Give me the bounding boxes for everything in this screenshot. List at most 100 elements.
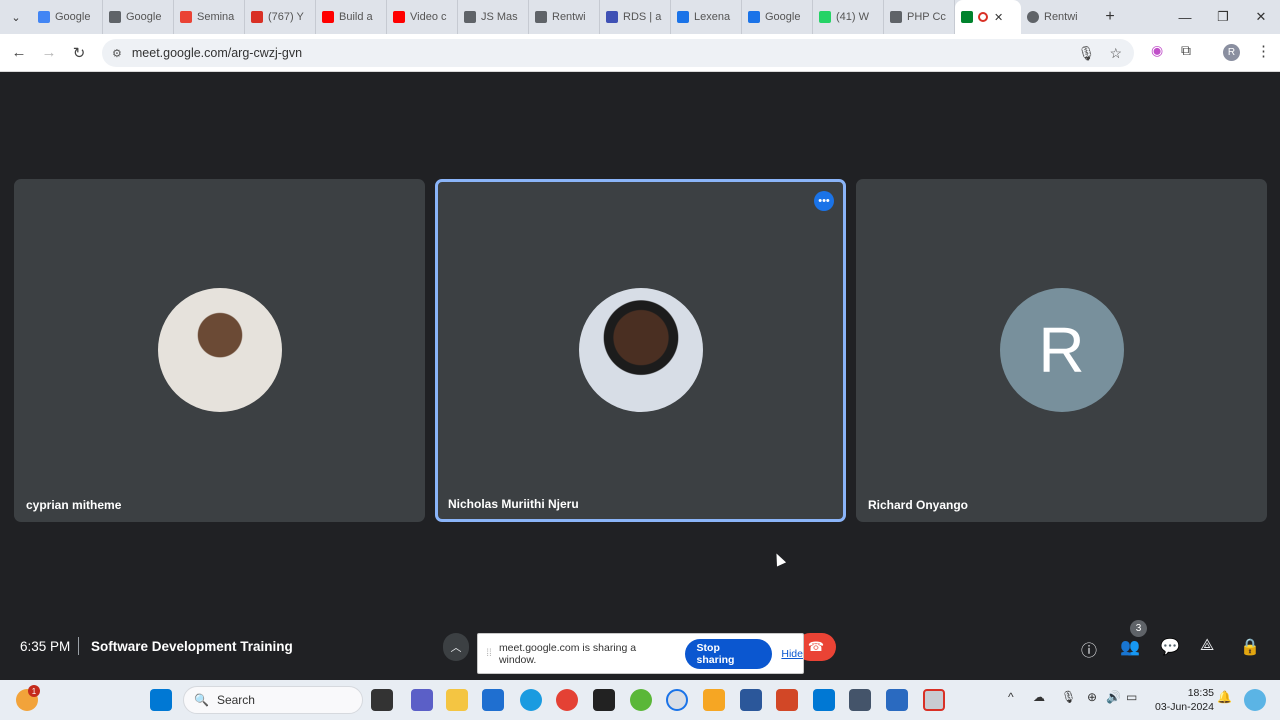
onedrive-icon[interactable]: ☁ — [1033, 690, 1045, 704]
browser-tab[interactable]: RDS | a — [600, 0, 671, 34]
maximize-icon[interactable]: ❐ — [1204, 0, 1242, 34]
window-controls: — ❐ ✕ — [1166, 0, 1280, 34]
new-tab-button[interactable]: + — [1098, 8, 1122, 26]
task-view-icon[interactable] — [371, 689, 393, 711]
participant-avatar — [578, 288, 703, 412]
close-tab-icon[interactable]: ✕ — [994, 11, 1003, 24]
vscode-icon[interactable] — [813, 689, 835, 711]
teams-icon[interactable] — [411, 689, 433, 711]
search-icon: 🔍 — [194, 693, 209, 707]
browser-menu-icon[interactable]: ⋮ — [1256, 42, 1271, 60]
weather-notification-badge: 1 — [28, 685, 40, 697]
drag-handle-icon[interactable]: ⁞⁞ — [482, 648, 496, 659]
battery-icon[interactable]: ▭ — [1126, 690, 1137, 704]
tab-favicon-icon — [535, 11, 547, 23]
clock-date: 03-Jun-2024 — [1155, 701, 1214, 713]
profile-avatar[interactable]: R — [1223, 44, 1240, 61]
sublime-icon[interactable] — [593, 689, 615, 711]
copilot-icon[interactable] — [1244, 689, 1266, 711]
microsoft-store-icon[interactable] — [482, 689, 504, 711]
host-controls-icon[interactable]: 🔒 — [1240, 637, 1260, 657]
extensions-icon[interactable]: ⧉ — [1181, 42, 1191, 59]
back-icon[interactable]: ← — [4, 44, 34, 61]
meet-icon — [961, 11, 973, 23]
edge-icon[interactable] — [520, 689, 542, 711]
tab-label: PHP Cc — [907, 11, 946, 23]
people-icon[interactable]: 👥 — [1120, 637, 1140, 657]
windows-start-icon[interactable] — [150, 689, 172, 711]
xampp-icon[interactable] — [703, 689, 725, 711]
participant-tile-speaking[interactable]: ••• Nicholas Muriithi Njeru — [435, 179, 846, 522]
tab-label: Google — [126, 11, 162, 23]
minimize-icon[interactable]: — — [1166, 0, 1204, 34]
stop-sharing-button[interactable]: Stop sharing — [684, 638, 773, 669]
reload-icon[interactable]: ↻ — [64, 44, 94, 62]
tab-google-meet[interactable]: ✕ — [955, 0, 1021, 34]
chrome-profile-icon[interactable] — [666, 689, 688, 711]
tab-label: Lexena — [694, 11, 731, 23]
url-omnibox[interactable]: ⚙ meet.google.com/arg-cwzj-gvn 🎙 ☆ — [102, 39, 1134, 67]
show-hidden-icons-chevron-icon[interactable]: ^ — [1008, 690, 1014, 704]
participant-tile[interactable]: cyprian mitheme — [14, 179, 425, 522]
powerpoint-icon[interactable] — [776, 689, 798, 711]
tab-label: RDS | a — [623, 11, 662, 23]
file-explorer-icon[interactable] — [446, 689, 468, 711]
close-window-icon[interactable]: ✕ — [1242, 0, 1280, 34]
bookmark-star-icon[interactable]: ☆ — [1109, 45, 1122, 62]
tab-label: Rentwi — [552, 11, 586, 23]
tab-label: JS Mas — [481, 11, 518, 23]
site-info-icon[interactable]: ⚙ — [112, 47, 122, 60]
cast-icon[interactable]: ◉ — [1151, 42, 1163, 59]
volume-icon[interactable]: 🔊 — [1106, 690, 1121, 704]
browser-tab[interactable]: PHP Cc — [884, 0, 955, 34]
participant-name: Nicholas Muriithi Njeru — [448, 497, 579, 511]
snipping-tool-icon[interactable] — [886, 689, 908, 711]
browser-tab[interactable]: Video c — [387, 0, 458, 34]
tab-favicon-icon — [1027, 11, 1039, 23]
taskbar-search[interactable]: 🔍 Search — [183, 686, 363, 714]
tab-rentwi[interactable]: Rentwi — [1021, 0, 1092, 34]
participant-tile[interactable]: R Richard Onyango — [856, 179, 1267, 522]
browser-tab[interactable]: Rentwi — [529, 0, 600, 34]
tab-label: Google — [765, 11, 801, 23]
url-text: meet.google.com/arg-cwzj-gvn — [131, 46, 303, 60]
browser-tab[interactable]: JS Mas — [458, 0, 529, 34]
browser-tab[interactable]: (41) W — [813, 0, 884, 34]
browser-tab[interactable]: Lexena — [671, 0, 742, 34]
utorrent-icon[interactable] — [630, 689, 652, 711]
tab-search-icon[interactable]: ⌄ — [0, 0, 32, 34]
hide-link[interactable]: Hide — [781, 648, 803, 660]
tab-favicon-icon — [393, 11, 405, 23]
forward-icon[interactable]: → — [34, 44, 64, 61]
screen-share-notification: ⁞⁞ meet.google.com is sharing a window. … — [477, 633, 804, 674]
screen-recorder-icon[interactable] — [923, 689, 945, 711]
activities-icon[interactable]: ⟁ — [1200, 637, 1214, 655]
notification-bell-icon[interactable]: 🔔 — [1217, 690, 1232, 704]
recording-indicator-icon — [978, 12, 988, 22]
browser-tab[interactable]: Semina — [174, 0, 245, 34]
microphone-tray-icon[interactable]: 🎙 — [1061, 690, 1076, 704]
browser-tab-strip: ⌄ Google Google Semina (767) Y Build a Video … — [0, 0, 1280, 34]
search-label: Search — [216, 693, 255, 707]
meeting-title: Software Development Training — [91, 639, 293, 654]
browser-tab[interactable]: (767) Y — [245, 0, 316, 34]
browser-tab[interactable]: Build a — [316, 0, 387, 34]
chevron-up-icon[interactable]: ︿ — [443, 633, 469, 661]
tab-favicon-icon — [109, 11, 121, 23]
more-options-icon[interactable]: ••• — [814, 191, 834, 211]
tab-label: Video c — [410, 11, 447, 23]
tab-favicon-icon — [322, 11, 334, 23]
microphone-icon[interactable]: 🎙 — [1078, 45, 1096, 62]
mouse-cursor — [771, 551, 787, 567]
browser-tab[interactable]: Google — [32, 0, 103, 34]
meeting-info-icon[interactable]: ⓘ — [1081, 637, 1097, 661]
chrome-icon[interactable] — [556, 689, 578, 711]
network-icon[interactable]: ⊕ — [1087, 690, 1097, 704]
chat-icon[interactable]: 💬 — [1160, 637, 1180, 657]
tab-label: Semina — [197, 11, 235, 23]
virtualbox-icon[interactable] — [849, 689, 871, 711]
word-icon[interactable] — [740, 689, 762, 711]
system-clock[interactable]: 18:35 03-Jun-2024 — [1150, 686, 1214, 714]
browser-tab[interactable]: Google — [103, 0, 174, 34]
browser-tab[interactable]: Google — [742, 0, 813, 34]
